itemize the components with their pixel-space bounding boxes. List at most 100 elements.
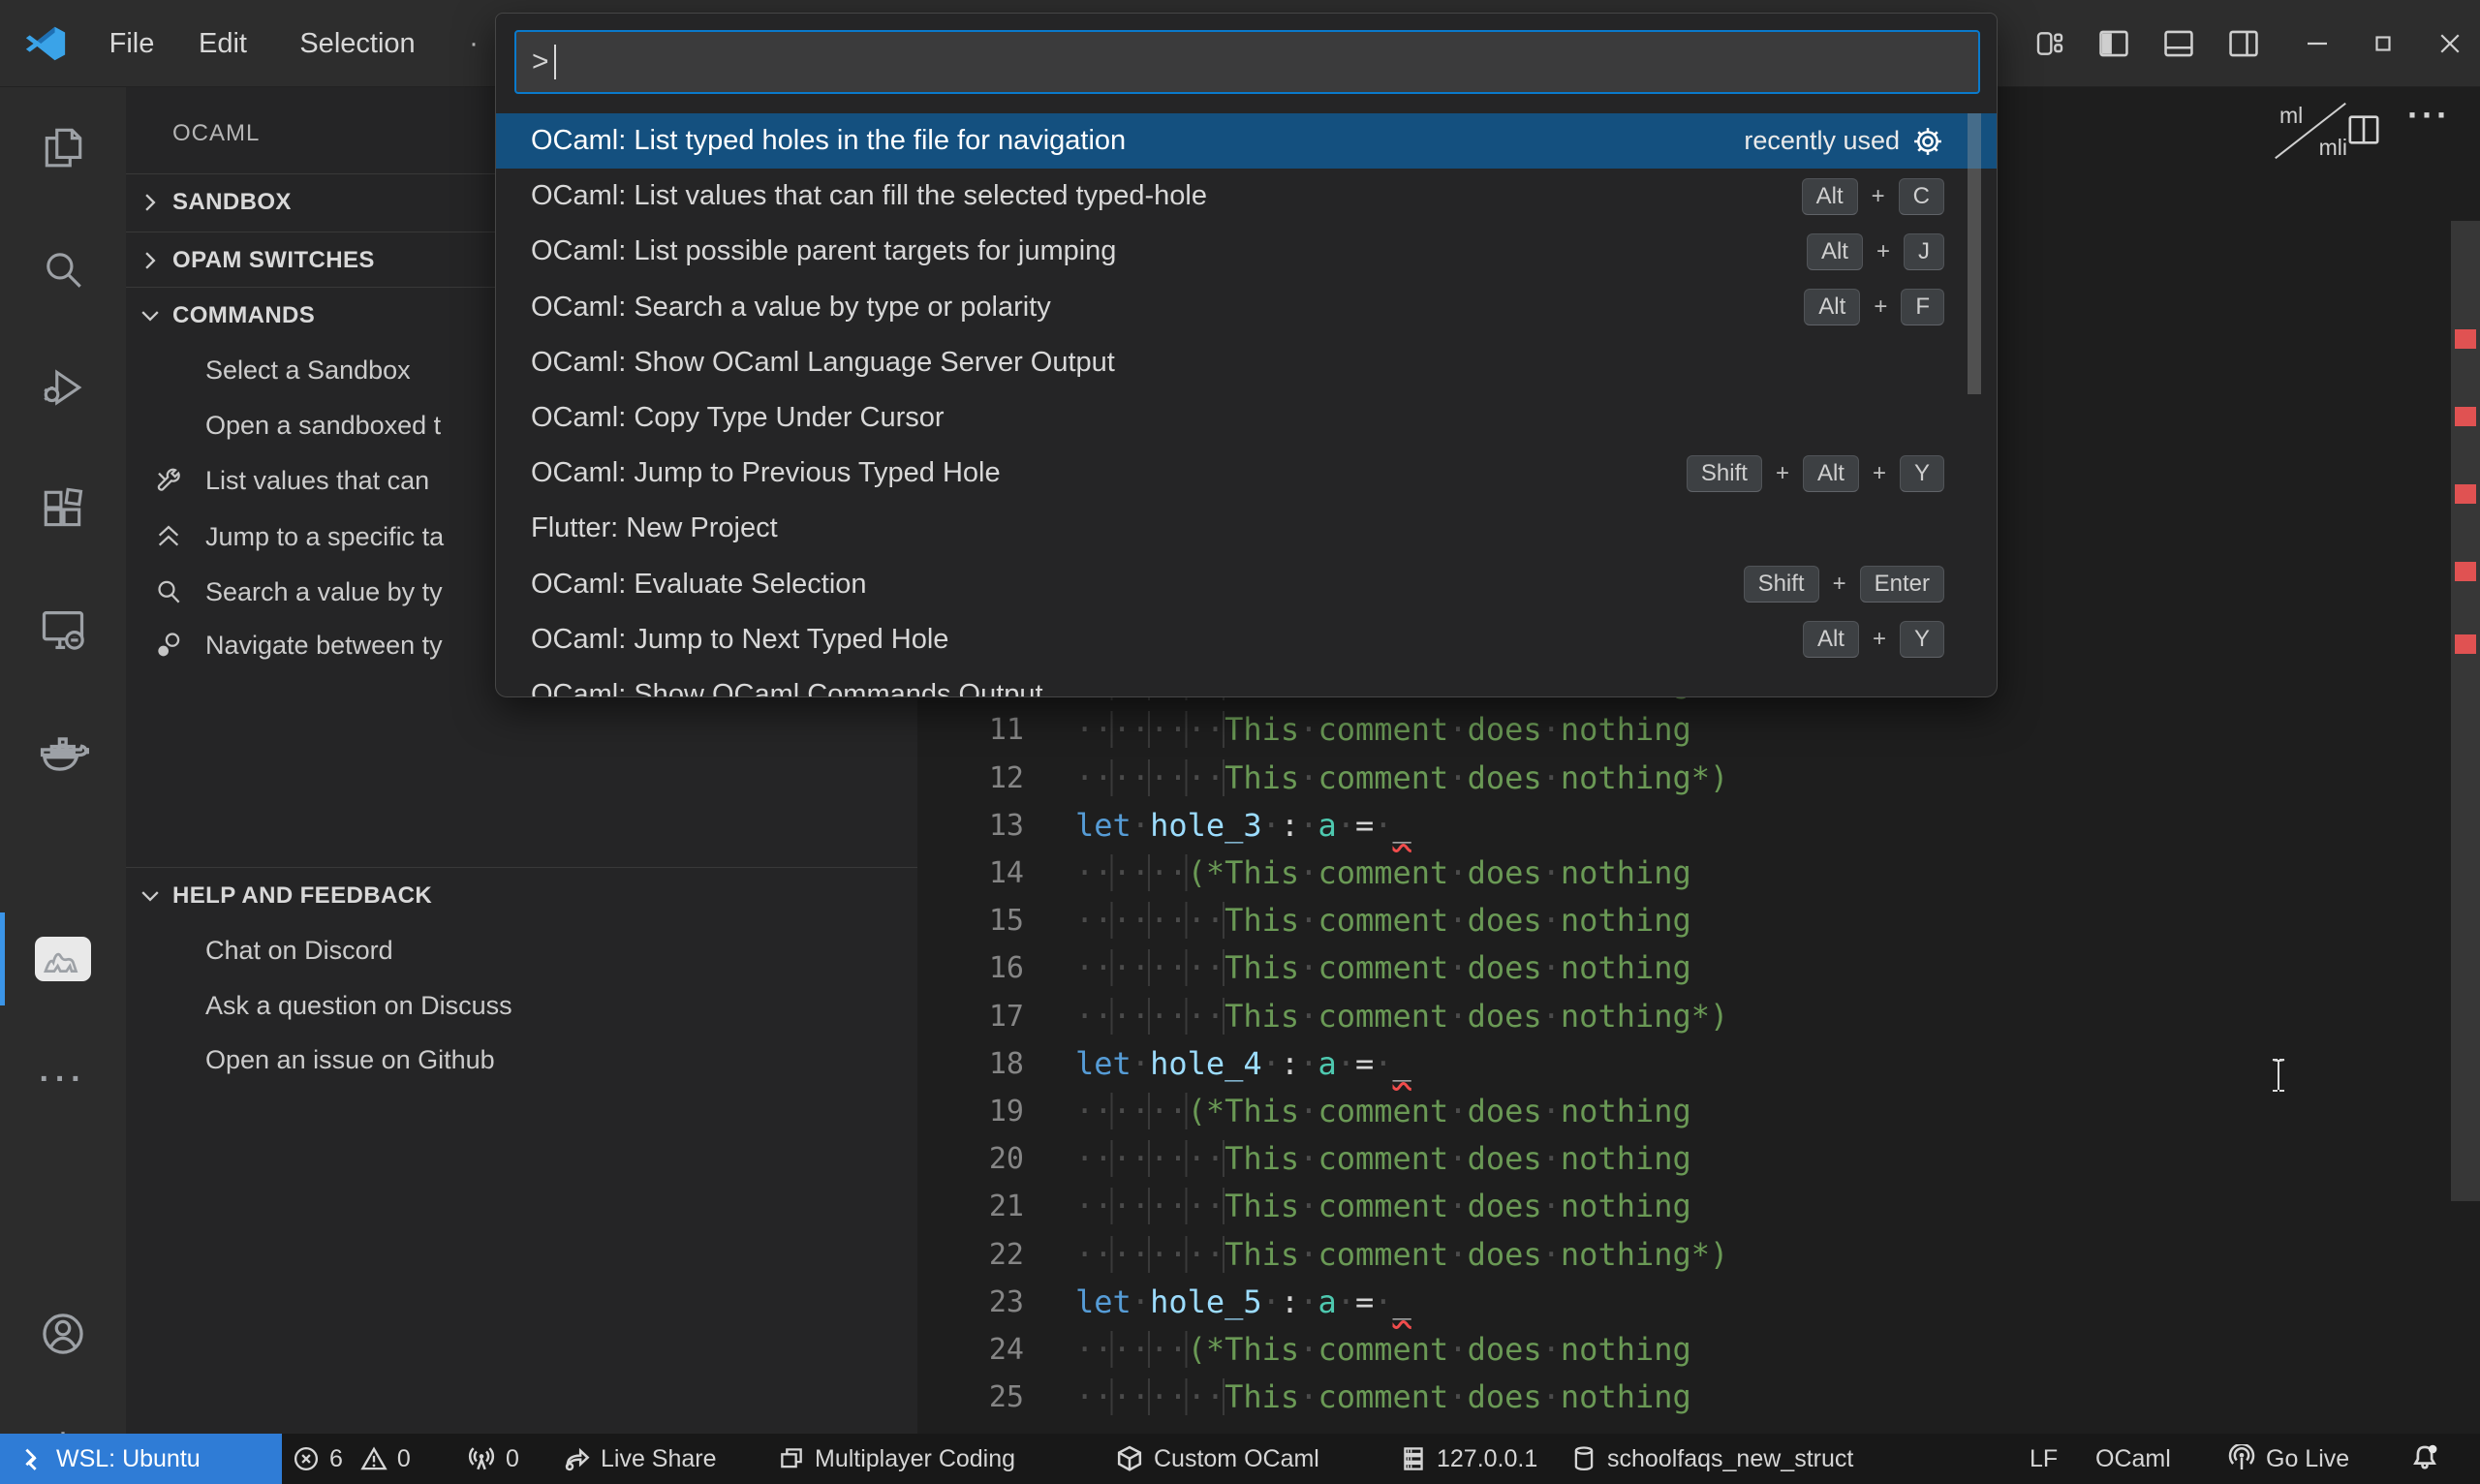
palette-scrollbar[interactable] [1968,113,1981,394]
palette-item[interactable]: OCaml: List possible parent targets for … [496,224,1997,279]
extensions-icon[interactable] [0,463,126,556]
command-input[interactable]: > [514,30,1980,94]
docker-icon[interactable] [0,705,126,798]
palette-item[interactable]: OCaml: Jump to Previous Typed Hole Shift +… [496,446,1997,501]
language-mode[interactable]: OCaml [2095,1434,2171,1484]
live-share-label: Live Share [601,1444,717,1472]
minimize-button[interactable] [2293,17,2341,70]
code-text: ········This·comment·does·nothing [1075,949,1691,987]
error-mark [2455,329,2476,349]
code-line: 23 let·hole_5·:·a·=·_ [917,1279,2467,1326]
code-text: ······(*This·comment·does·nothing [1075,1093,1691,1129]
code-line: 19 ······(*This·comment·does·nothing [917,1088,2467,1135]
palette-item[interactable]: OCaml: List values that can fill the sel… [496,169,1997,224]
maximize-button[interactable] [2359,17,2407,70]
editor-scrollbar[interactable] [2451,221,2480,1201]
live-share-button[interactable]: Live Share [562,1434,717,1484]
run-debug-icon[interactable] [0,341,126,434]
overview-ruler[interactable] [2451,87,2480,1434]
customize-layout-icon[interactable] [2026,17,2074,70]
explorer-icon[interactable] [0,101,126,194]
code-line: 25 ········This·comment·does·nothing [917,1374,2467,1421]
eol-indicator[interactable]: LF [2030,1434,2058,1484]
key-plus: + [1832,571,1846,598]
toggle-panel-icon[interactable] [2154,17,2203,70]
code-text: let·hole_3·:·a·=·_ [1075,806,1411,844]
code-text: ········This·comment·does·nothing [1075,1188,1691,1225]
palette-item[interactable]: OCaml: Show OCaml Language Server Output [496,335,1997,390]
keybinding-key: Shift [1743,566,1819,603]
palette-item[interactable]: OCaml: Evaluate Selection Shift + Enter [496,557,1997,612]
error-mark [2455,484,2476,504]
go-live-button[interactable]: Go Live [2227,1434,2349,1484]
line-number: 16 [988,951,1024,986]
menu-edit[interactable]: Edit [195,0,251,87]
go-live-icon [2228,1444,2255,1469]
broadcast-indicator[interactable]: 0 [467,1434,519,1484]
search-icon[interactable] [0,223,126,316]
line-number: 17 [988,999,1024,1034]
database-indicator[interactable]: schoolfaqs_new_struct [1570,1434,1853,1484]
sidebar-item-github[interactable]: Open an issue on Github [126,1033,917,1088]
code-line: 24 ······(*This·comment·does·nothing [917,1326,2467,1374]
toggle-secondary-sidebar-icon[interactable] [2219,17,2268,70]
key-plus: + [1872,626,1886,653]
section-help-feedback[interactable]: HELP AND FEEDBACK [126,867,917,923]
error-mark [2455,407,2476,426]
multiplayer-coding-button[interactable]: Multiplayer Coding [778,1434,1015,1484]
palette-item-label: OCaml: Jump to Next Typed Hole [531,623,949,655]
palette-item[interactable]: Flutter: New Project [496,501,1997,556]
code-line: 17 ········This·comment·does·nothing*) [917,993,2467,1040]
accounts-icon[interactable] [0,1287,126,1380]
ocaml-icon[interactable] [0,912,126,1005]
sidebar-item-discuss[interactable]: Ask a question on Discuss [126,978,917,1034]
go-live-label: Go Live [2266,1444,2350,1472]
more-views-icon[interactable]: ··· [0,1033,126,1126]
palette-item[interactable]: OCaml: Jump to Next Typed Hole Alt + Y [496,612,1997,667]
chevron-down-icon [141,890,159,902]
line-number: 23 [988,1284,1024,1319]
menu-selection[interactable]: Selection [292,0,423,87]
section-label: OPAM SWITCHES [172,246,375,273]
code-text: ······(*This·comment·does·nothing [1075,854,1691,891]
cube-icon [1117,1445,1142,1471]
host-indicator[interactable]: 127.0.0.1 [1400,1434,1537,1484]
palette-item[interactable]: OCaml: List typed holes in the file for … [496,113,1997,170]
live-share-icon [565,1447,590,1471]
database-label: schoolfaqs_new_struct [1607,1444,1854,1472]
mouse-ibeam-cursor [2269,1058,2288,1093]
problems-indicator[interactable]: 6 0 [293,1434,411,1484]
custom-ocaml-button[interactable]: Custom OCaml [1115,1434,1319,1484]
sidebar-item-discord[interactable]: Chat on Discord [126,923,917,978]
keybinding-key: Y [1899,621,1944,659]
palette-item[interactable]: OCaml: Show OCaml Commands Output [496,667,1997,696]
line-number: 11 [988,713,1024,748]
remote-explorer-icon[interactable] [0,583,126,676]
line-number: 25 [988,1380,1024,1415]
palette-item-label: Flutter: New Project [531,512,778,544]
sidebar-item-label: Open a sandboxed t [205,411,442,440]
code-text: ········This·comment·does·nothing*) [1075,758,1729,796]
recently-used-label: recently used [1744,126,1900,156]
code-text: ········This·comment·does·nothing*) [1075,1235,1729,1273]
palette-item[interactable]: OCaml: Copy Type Under Cursor [496,390,1997,446]
database-icon [1574,1446,1594,1471]
palette-item[interactable]: OCaml: Search a value by type or polarit… [496,280,1997,335]
line-number: 22 [988,1237,1024,1272]
vscode-logo [25,26,66,61]
keybinding-key: Alt [1802,454,1859,492]
gear-icon[interactable] [1911,125,1944,158]
line-number: 24 [988,1333,1024,1367]
notifications-bell[interactable] [2409,1434,2440,1484]
sidebar-item-label: Search a value by ty [205,577,443,606]
menu-file[interactable]: File [101,0,163,87]
close-button[interactable] [2426,17,2474,70]
code-line: 12 ········This·comment·does·nothing*) [917,755,2467,802]
remote-indicator[interactable]: WSL: Ubuntu [0,1434,282,1484]
command-input-value: > [532,46,549,77]
key-plus: + [1775,459,1789,486]
keybinding-key: F [1901,289,1944,326]
sidebar-item-label: Jump to a specific ta [205,522,445,551]
code-text: let·hole_4·:·a·=·_ [1075,1044,1411,1082]
toggle-primary-sidebar-icon[interactable] [2090,17,2138,70]
